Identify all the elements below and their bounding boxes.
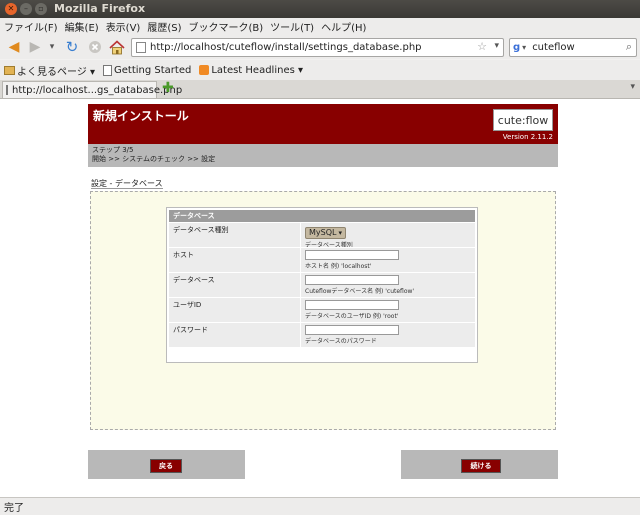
footer-right-panel: 続ける [401, 450, 558, 479]
table-heading: データベース [169, 210, 475, 222]
bookmark-getting-started[interactable]: Getting Started [103, 64, 192, 76]
row-value: データベースのユーザID 例) 'root' [301, 298, 475, 322]
row-label: ユーザID [169, 298, 300, 322]
url-dropdown-icon[interactable]: ▾ [494, 41, 499, 51]
host-input[interactable] [305, 250, 399, 260]
search-bar[interactable]: g ▾ cuteflow ⌕ [509, 38, 637, 57]
stop-icon[interactable] [86, 38, 104, 56]
menu-bookmarks[interactable]: ブックマーク(B) [189, 19, 264, 34]
bookmark-most-visited[interactable]: よく見るページ ▾ [4, 63, 95, 78]
url-bar[interactable]: http://localhost/cuteflow/install/settin… [131, 38, 504, 57]
page-info-icon[interactable] [136, 42, 146, 53]
menu-file[interactable]: ファイル(F) [4, 19, 58, 34]
row-label: パスワード [169, 323, 300, 347]
search-icon[interactable]: ⌕ [626, 40, 632, 54]
user-id-input[interactable] [305, 300, 399, 310]
window-maximize-button[interactable]: ▫ [35, 3, 47, 15]
new-tab-plus-icon[interactable]: ✚ [162, 80, 174, 96]
url-text[interactable]: http://localhost/cuteflow/install/settin… [150, 42, 422, 53]
bookmark-star-icon[interactable]: ☆ [477, 40, 487, 53]
tab-title: http://localhost...gs_database.php [12, 84, 183, 96]
db-type-selected: MySQL [309, 228, 337, 237]
row-label: データベース種別 [169, 223, 300, 247]
window-titlebar: ✕ – ▫ Mozilla Firefox [0, 0, 640, 18]
section-breadcrumb-text: 設定 - データベース [91, 179, 163, 189]
chevron-down-icon: ▾ [338, 228, 342, 237]
step-progress: 開始 >> システムのチェック >> 設定 [92, 155, 216, 163]
footer-left-panel: 戻る [88, 450, 245, 479]
bookmark-label: Getting Started [114, 64, 192, 76]
db-type-select[interactable]: MySQL ▾ [305, 226, 346, 239]
rss-feed-icon [199, 65, 210, 75]
section-breadcrumb: 設定 - データベース [91, 178, 163, 189]
user-id-hint: データベースのユーザID 例) 'root' [305, 313, 399, 320]
row-value: MySQL ▾ データベース種別 [301, 223, 475, 249]
row-value: データベースのパスワード [301, 323, 475, 347]
page-viewport: 新規インストール cute:flow Version 2.11.2 ステップ 3… [0, 99, 640, 497]
password-hint: データベースのパスワード [305, 338, 377, 345]
wizard-footer: 戻る 続ける [88, 450, 558, 479]
tab-bar: http://localhost...gs_database.php ✚ ▾ [0, 80, 640, 99]
home-icon[interactable] [108, 38, 126, 56]
bookmark-latest-headlines[interactable]: Latest Headlines ▾ [199, 65, 303, 76]
step-count: ステップ 3/5 [92, 146, 134, 154]
continue-button[interactable]: 続ける [461, 459, 501, 473]
back-button[interactable]: 戻る [150, 459, 182, 473]
menu-history[interactable]: 履歴(S) [147, 19, 181, 34]
step-indicator: ステップ 3/5 開始 >> システムのチェック >> 設定 [88, 144, 558, 167]
database-name-input[interactable] [305, 275, 399, 285]
row-value: Cuteflowデータベース名 例) 'cuteflow' [301, 273, 475, 297]
row-label: データベース [169, 273, 300, 297]
reload-icon[interactable]: ↻ [63, 38, 81, 56]
page-icon [6, 85, 8, 95]
menu-view[interactable]: 表示(V) [106, 19, 141, 34]
table-row-host: ホスト ホスト名 例) 'localhost' [169, 247, 475, 272]
password-input[interactable] [305, 325, 399, 335]
search-engine-icon[interactable]: g [513, 42, 520, 53]
table-row-db-type: データベース種別 MySQL ▾ データベース種別 [169, 222, 475, 249]
search-input[interactable]: cuteflow [532, 42, 575, 53]
page-icon [103, 64, 112, 76]
window-close-button[interactable]: ✕ [5, 3, 17, 15]
cuteflow-logo: cute:flow [493, 109, 553, 131]
search-engine-dropdown-icon[interactable]: ▾ [522, 43, 526, 52]
window-title: Mozilla Firefox [54, 2, 146, 15]
history-dropdown-icon[interactable]: ▾ [46, 38, 58, 56]
bookmark-label: Latest Headlines ▾ [211, 64, 304, 76]
version-label: Version 2.11.2 [502, 133, 553, 141]
menu-help[interactable]: ヘルプ(H) [321, 19, 366, 34]
bookmark-label: よく見るページ ▾ [17, 66, 95, 78]
table-row-database: データベース Cuteflowデータベース名 例) 'cuteflow' [169, 272, 475, 297]
table-row-password: パスワード データベースのパスワード [169, 322, 475, 347]
browser-tab[interactable]: http://localhost...gs_database.php [2, 81, 182, 98]
page-title: 新規インストール [93, 109, 189, 123]
row-value: ホスト名 例) 'localhost' [301, 248, 475, 272]
menu-tools[interactable]: ツール(T) [270, 19, 314, 34]
menu-bar: ファイル(F) 編集(E) 表示(V) 履歴(S) ブックマーク(B) ツール(… [0, 18, 640, 35]
tab-list-dropdown-icon[interactable]: ▾ [630, 82, 635, 92]
folder-icon [4, 65, 15, 75]
bookmarks-toolbar: よく見るページ ▾ Getting Started Latest Headlin… [0, 60, 640, 80]
row-label: ホスト [169, 248, 300, 272]
menu-edit[interactable]: 編集(E) [65, 19, 99, 34]
table-row-user-id: ユーザID データベースのユーザID 例) 'root' [169, 297, 475, 322]
host-hint: ホスト名 例) 'localhost' [305, 263, 372, 270]
forward-arrow-icon[interactable]: ▶ [26, 38, 44, 56]
install-header: 新規インストール cute:flow Version 2.11.2 [88, 104, 558, 144]
back-arrow-icon[interactable]: ◀ [4, 38, 24, 56]
status-text: 完了 [4, 503, 24, 514]
status-bar: 完了 [0, 497, 640, 515]
window-minimize-button[interactable]: – [20, 3, 32, 15]
database-name-hint: Cuteflowデータベース名 例) 'cuteflow' [305, 288, 415, 295]
database-settings-table: データベース データベース種別 MySQL ▾ データベース種別 ホスト ホスト… [166, 207, 478, 363]
window-controls: ✕ – ▫ [5, 3, 47, 15]
